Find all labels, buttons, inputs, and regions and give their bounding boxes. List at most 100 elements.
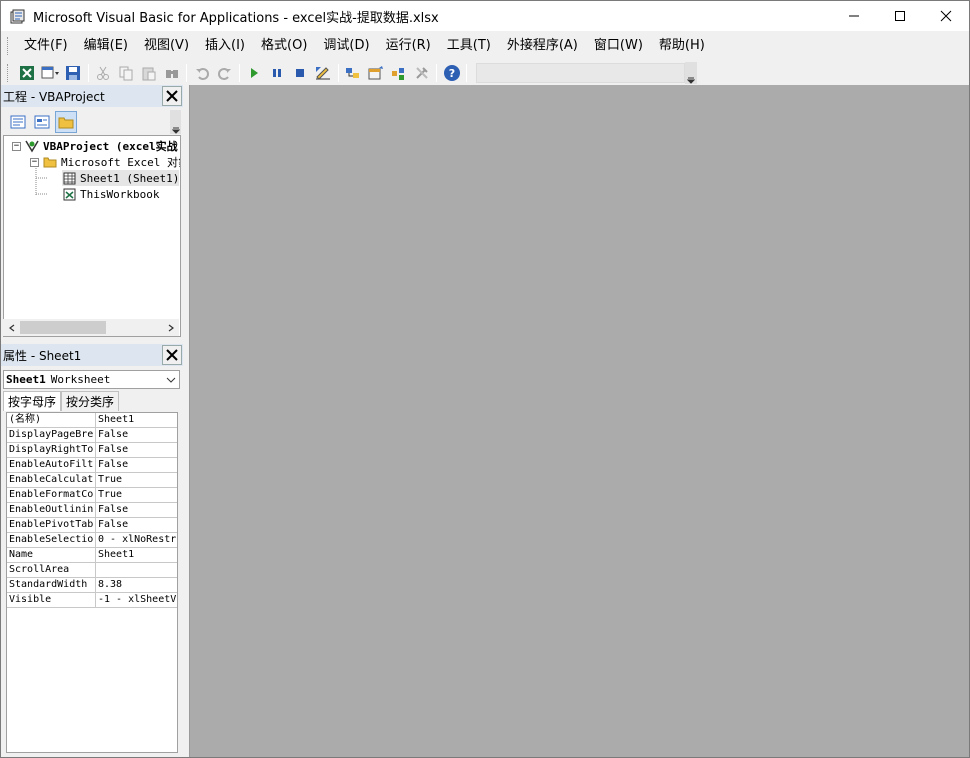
vba-project-icon xyxy=(25,139,39,153)
property-row[interactable]: (名称) Sheet1 xyxy=(7,413,177,428)
property-value[interactable]: -1 - xlSheetV xyxy=(96,593,177,607)
menu-file[interactable]: 文件(F) xyxy=(16,32,76,59)
project-tree-hscrollbar[interactable] xyxy=(3,319,179,336)
project-tree: − VBAProject (excel实战 − Microsoft Excel … xyxy=(3,135,181,337)
toggle-folders-icon[interactable] xyxy=(55,111,77,133)
property-value[interactable]: True xyxy=(96,488,177,502)
toolbar-options-button[interactable] xyxy=(685,61,697,84)
property-row[interactable]: EnableFormatCo True xyxy=(7,488,177,503)
tab-categorized[interactable]: 按分类序 xyxy=(61,391,120,411)
menu-view[interactable]: 视图(V) xyxy=(136,32,197,59)
property-value[interactable]: Sheet1 xyxy=(96,548,177,562)
property-row[interactable]: EnablePivotTab False xyxy=(7,518,177,533)
menu-insert[interactable]: 插入(I) xyxy=(197,32,253,59)
properties-close-button[interactable] xyxy=(162,345,182,365)
selected-object-type: Worksheet xyxy=(50,373,111,386)
property-value[interactable]: Sheet1 xyxy=(96,413,177,427)
property-row[interactable]: EnableSelectio 0 - xlNoRestr xyxy=(7,533,177,548)
property-row[interactable]: Name Sheet1 xyxy=(7,548,177,563)
property-name: Visible xyxy=(7,593,96,607)
properties-rows: (名称) Sheet1 DisplayPageBre False DisplayRigh… xyxy=(7,413,177,608)
property-row[interactable]: EnableOutlinin False xyxy=(7,503,177,518)
tree-node-label: Microsoft Excel 对象 xyxy=(61,156,181,169)
property-name: (名称) xyxy=(7,413,96,427)
paste-icon[interactable] xyxy=(137,62,160,84)
property-row[interactable]: Visible -1 - xlSheetV xyxy=(7,593,177,608)
object-selector[interactable]: Sheet1 Worksheet xyxy=(3,370,180,389)
project-explorer-icon[interactable] xyxy=(342,62,365,84)
tree-node-sheet1[interactable]: Sheet1 (Sheet1) xyxy=(62,170,180,186)
property-row[interactable]: EnableAutoFilt False xyxy=(7,458,177,473)
property-row[interactable]: StandardWidth 8.38 xyxy=(7,578,177,593)
close-window-button[interactable] xyxy=(923,1,969,31)
undo-icon[interactable] xyxy=(190,62,213,84)
property-value[interactable]: 0 - xlNoRestr xyxy=(96,533,177,547)
property-name: EnableSelectio xyxy=(7,533,96,547)
toolbox-icon[interactable] xyxy=(410,62,433,84)
project-explorer-close-button[interactable] xyxy=(162,86,182,106)
properties-tabs: 按字母序 按分类序 xyxy=(3,391,181,411)
project-toolbar-options[interactable] xyxy=(170,110,181,134)
scroll-left-icon[interactable] xyxy=(3,319,20,336)
property-row[interactable]: ScrollArea xyxy=(7,563,177,578)
property-name: EnableFormatCo xyxy=(7,488,96,502)
scroll-track[interactable] xyxy=(20,319,162,336)
menu-window[interactable]: 窗口(W) xyxy=(586,32,651,59)
project-explorer-toolbar xyxy=(1,109,183,135)
tree-node-label: Sheet1 (Sheet1) xyxy=(80,171,180,185)
property-value[interactable]: 8.38 xyxy=(96,578,177,592)
collapse-icon[interactable]: − xyxy=(30,157,39,167)
view-code-icon[interactable] xyxy=(7,111,29,133)
scroll-right-icon[interactable] xyxy=(162,319,179,336)
collapse-icon[interactable]: − xyxy=(12,141,21,151)
menu-help[interactable]: 帮助(H) xyxy=(651,32,713,59)
menu-grip xyxy=(7,36,10,55)
menu-run[interactable]: 运行(R) xyxy=(378,32,439,59)
redo-icon[interactable] xyxy=(213,62,236,84)
vba-editor-window: Microsoft Visual Basic for Applications … xyxy=(0,0,970,758)
property-row[interactable]: DisplayPageBre False xyxy=(7,428,177,443)
menu-edit[interactable]: 编辑(E) xyxy=(76,32,136,59)
property-value[interactable]: False xyxy=(96,518,177,532)
cut-icon[interactable] xyxy=(92,62,115,84)
tree-node-label: ThisWorkbook xyxy=(80,187,160,201)
run-icon[interactable] xyxy=(243,62,266,84)
help-icon[interactable]: ? xyxy=(440,62,463,84)
property-value[interactable]: False xyxy=(96,458,177,472)
maximize-button[interactable] xyxy=(877,1,923,31)
menu-bar: 文件(F) 编辑(E) 视图(V) 插入(I) 格式(O) 调试(D) 运行(R… xyxy=(1,32,969,59)
property-value[interactable] xyxy=(96,563,177,577)
tree-node-vbaproject[interactable]: − VBAProject (excel实战 xyxy=(12,138,178,154)
tab-alphabetic[interactable]: 按字母序 xyxy=(3,391,62,411)
object-browser-icon[interactable] xyxy=(387,62,410,84)
scroll-thumb[interactable] xyxy=(20,321,106,334)
find-icon[interactable] xyxy=(160,62,183,84)
tree-node-thisworkbook[interactable]: ThisWorkbook xyxy=(62,186,159,202)
chevron-down-icon[interactable] xyxy=(165,373,177,387)
save-icon[interactable] xyxy=(62,62,85,84)
property-row[interactable]: EnableCalculat True xyxy=(7,473,177,488)
design-mode-icon[interactable] xyxy=(312,62,335,84)
menu-debug[interactable]: 调试(D) xyxy=(315,32,377,59)
project-explorer-title: 工程 - VBAProject xyxy=(3,89,105,104)
break-icon[interactable] xyxy=(266,62,289,84)
insert-userform-icon[interactable] xyxy=(39,62,62,84)
copy-icon[interactable] xyxy=(115,62,138,84)
view-object-icon[interactable] xyxy=(31,111,53,133)
menu-tools[interactable]: 工具(T) xyxy=(439,32,499,59)
tree-node-excel-objects[interactable]: − Microsoft Excel 对象 xyxy=(30,154,181,170)
title-bar: Microsoft Visual Basic for Applications … xyxy=(1,1,969,31)
menu-addins[interactable]: 外接程序(A) xyxy=(499,32,586,59)
properties-window-icon[interactable] xyxy=(364,62,387,84)
minimize-button[interactable] xyxy=(831,1,877,31)
excel-view-icon[interactable] xyxy=(16,62,39,84)
menu-format[interactable]: 格式(O) xyxy=(253,32,315,59)
code-workspace[interactable] xyxy=(189,85,969,757)
property-value[interactable]: False xyxy=(96,443,177,457)
property-row[interactable]: DisplayRightTo False xyxy=(7,443,177,458)
property-value[interactable]: False xyxy=(96,428,177,442)
reset-icon[interactable] xyxy=(289,62,312,84)
property-value[interactable]: True xyxy=(96,473,177,487)
property-value[interactable]: False xyxy=(96,503,177,517)
standard-toolbar: ? xyxy=(1,60,697,85)
